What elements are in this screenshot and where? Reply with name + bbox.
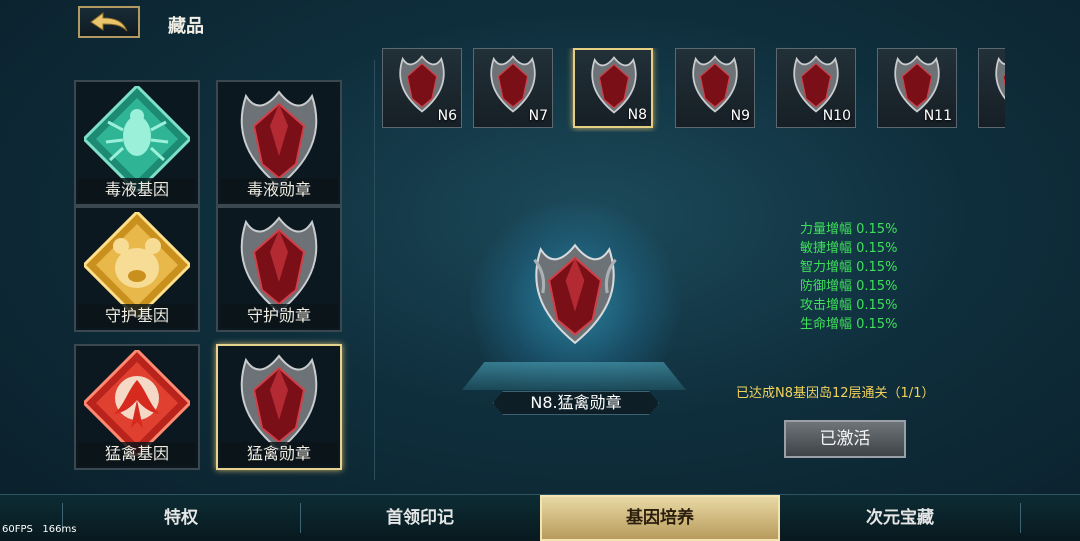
medal-tile-n9[interactable]: N9	[675, 48, 755, 128]
medal-code: N7	[528, 108, 548, 124]
tab-dimension-treasure[interactable]: 次元宝藏	[780, 495, 1020, 541]
card-label: 守护勋章	[220, 304, 338, 328]
requirement-text: 已达成N8基因岛12层通关（1/1）	[736, 386, 935, 401]
activated-button[interactable]: 已激活	[784, 420, 906, 458]
page-title: 藏品	[168, 16, 204, 37]
tab-divider	[1020, 503, 1021, 533]
medal-icon	[399, 55, 445, 113]
showcase-medal-icon	[533, 243, 617, 345]
stat-defense: 防御增幅 0.15%	[800, 279, 898, 294]
medal-tile-n10[interactable]: N10	[776, 48, 856, 128]
card-guard-medal[interactable]: 守护勋章	[216, 206, 342, 332]
medal-icon	[240, 90, 318, 188]
showcase-pedestal	[462, 362, 686, 390]
guard-gene-icon	[84, 212, 190, 318]
card-guard-gene[interactable]: 守护基因	[74, 206, 200, 332]
medal-tile-partial[interactable]	[978, 48, 1005, 128]
raptor-gene-icon	[84, 350, 190, 456]
medal-tile-n7[interactable]: N7	[473, 48, 553, 128]
medal-tile-n11[interactable]: N11	[877, 48, 957, 128]
stat-list: 力量增幅 0.15% 敏捷增幅 0.15% 智力增幅 0.15% 防御增幅 0.…	[800, 220, 897, 334]
stat-strength: 力量增幅 0.15%	[800, 222, 898, 237]
stat-health: 生命增幅 0.15%	[800, 317, 898, 332]
card-label: 毒液勋章	[220, 178, 338, 202]
medal-strip[interactable]: N6 N7 N8 N9 N10 N11	[380, 48, 1005, 132]
fps-counter: 60FPS 166ms	[2, 524, 76, 535]
stat-attack: 攻击增幅 0.15%	[800, 298, 898, 313]
showcase-name: N8.猛禽勋章	[493, 391, 659, 415]
card-venom-gene[interactable]: 毒液基因	[74, 80, 200, 206]
medal-icon	[793, 55, 839, 113]
tab-boss-mark[interactable]: 首领印记	[300, 495, 540, 541]
medal-code: N10	[822, 108, 851, 124]
medal-code: N11	[923, 108, 952, 124]
medal-tile-n8[interactable]: N8	[573, 48, 653, 128]
medal-code: N8	[627, 107, 647, 123]
medal-icon	[692, 55, 738, 113]
fps-value: 60FPS	[2, 524, 33, 535]
stat-intellect: 智力增幅 0.15%	[800, 260, 898, 275]
medal-icon	[490, 55, 536, 113]
card-label: 猛禽勋章	[220, 442, 338, 466]
medal-icon	[894, 55, 940, 113]
back-button[interactable]	[78, 6, 140, 38]
tab-gene-cultivation[interactable]: 基因培养	[540, 495, 780, 541]
tab-bar: 特权 首领印记 基因培养 次元宝藏	[0, 494, 1080, 541]
medal-icon	[240, 354, 318, 452]
panel-divider	[374, 60, 375, 480]
medal-code: N9	[730, 108, 750, 124]
venom-gene-icon	[84, 86, 190, 192]
card-venom-medal[interactable]: 毒液勋章	[216, 80, 342, 206]
medal-code: N6	[437, 108, 457, 124]
medal-icon	[240, 216, 318, 314]
card-raptor-gene[interactable]: 猛禽基因	[74, 344, 200, 470]
collection-grid: 毒液基因 毒液勋章 守护基因 守护勋章 猛禽基因 猛禽勋章	[60, 80, 360, 480]
medal-tile-n6[interactable]: N6	[382, 48, 462, 128]
medal-icon	[995, 56, 1005, 100]
back-arrow-icon	[90, 12, 128, 32]
card-label: 毒液基因	[78, 178, 196, 202]
stat-agility: 敏捷增幅 0.15%	[800, 241, 898, 256]
frame-time: 166ms	[42, 524, 77, 535]
card-label: 猛禽基因	[78, 442, 196, 466]
tab-privilege[interactable]: 特权	[62, 495, 300, 541]
card-raptor-medal[interactable]: 猛禽勋章	[216, 344, 342, 470]
card-label: 守护基因	[78, 304, 196, 328]
